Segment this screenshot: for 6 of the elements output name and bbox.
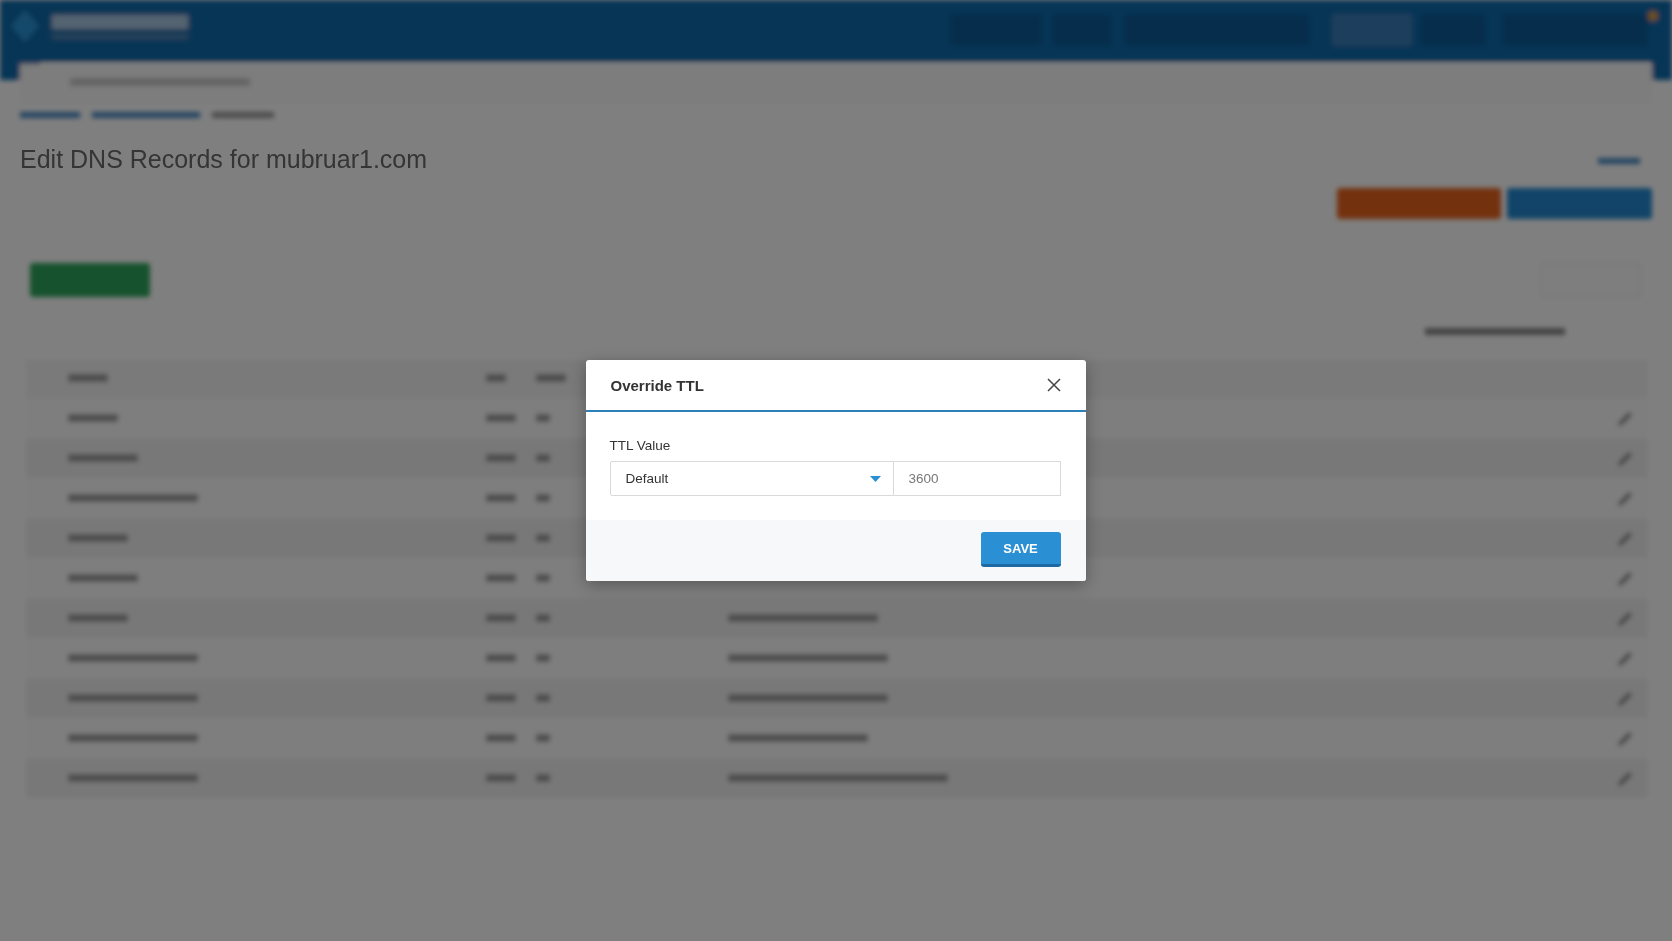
field-label: TTL Value bbox=[609, 438, 672, 453]
save-button[interactable]: SAVE bbox=[980, 532, 1061, 567]
ttl-dropdown[interactable]: Default bbox=[609, 461, 894, 496]
caret-icon bbox=[869, 475, 881, 482]
page-heading: Edit DNS Records for mubruar1.com bbox=[20, 145, 428, 174]
dialog-title: Override TTL bbox=[610, 376, 704, 394]
